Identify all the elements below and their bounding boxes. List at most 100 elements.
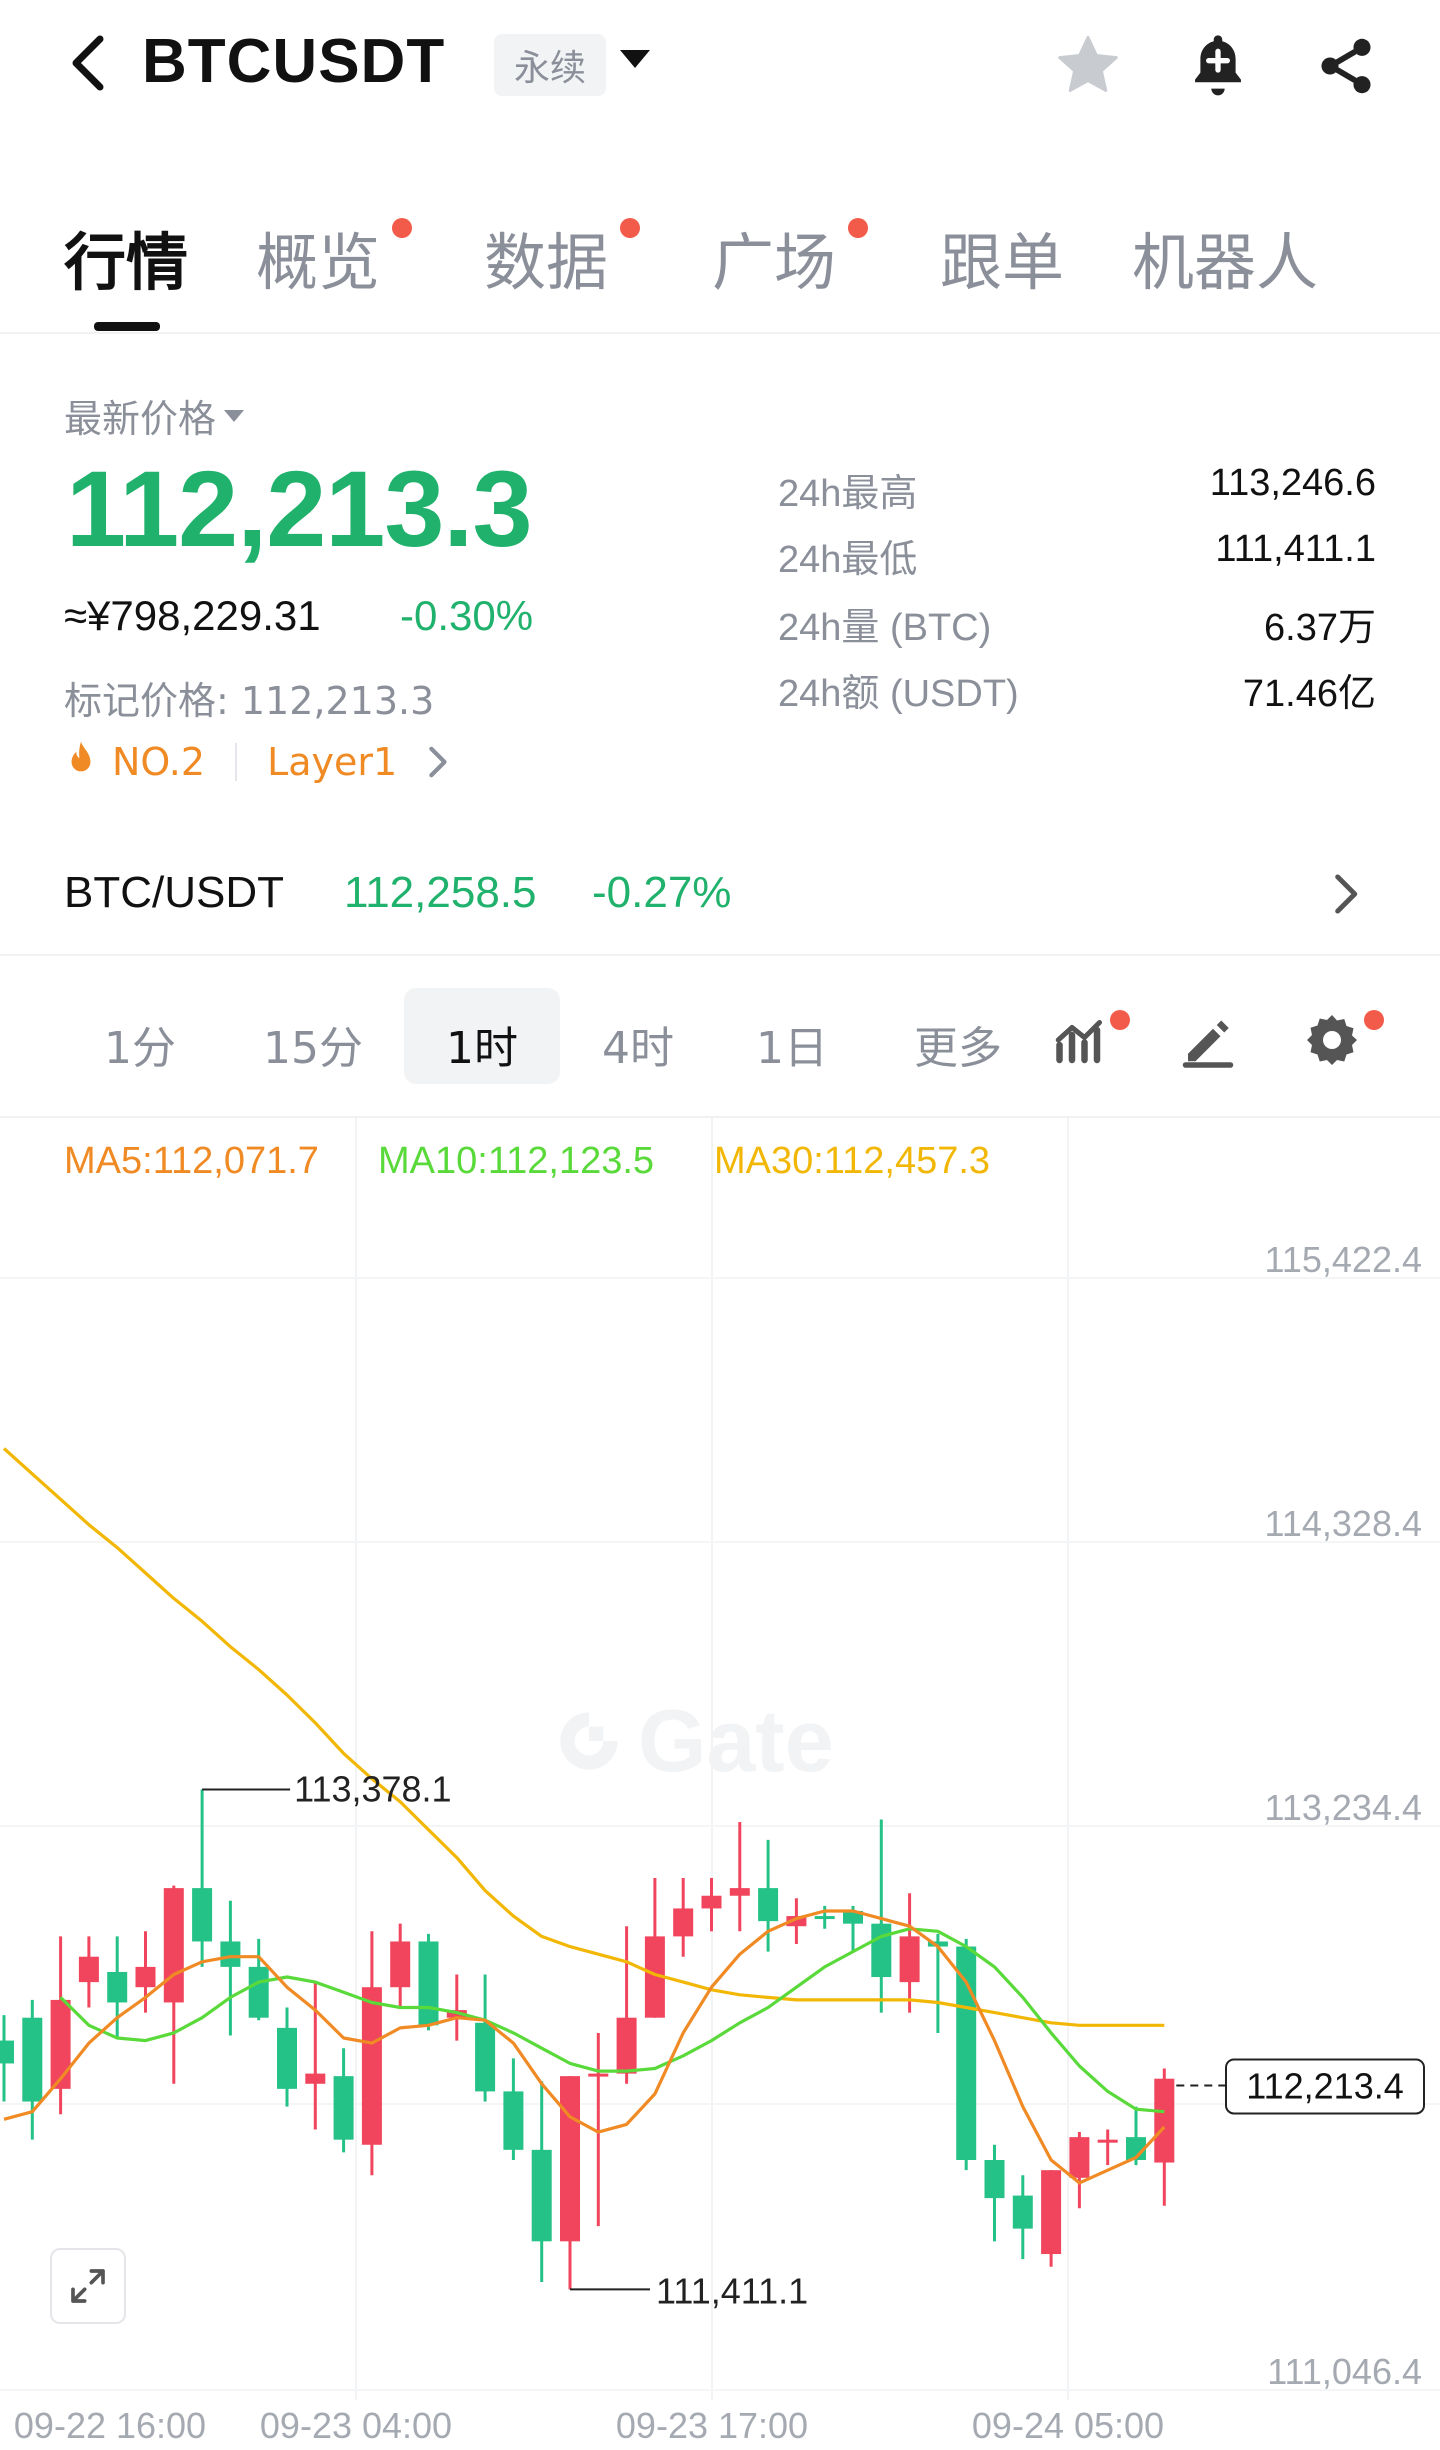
- candle-body: [899, 1936, 920, 1983]
- candle-body: [1154, 2078, 1175, 2163]
- x-axis-tick: 09-23 04:00: [260, 2405, 452, 2446]
- candle-body: [0, 2040, 14, 2064]
- stat-high-label: 24h最高: [778, 473, 918, 515]
- stat-turnover-value: 71.46亿: [1242, 673, 1376, 715]
- stat-volume-value: 6.37万: [1264, 607, 1376, 649]
- candle-body: [333, 2076, 354, 2140]
- spot-pair-name: BTC/USDT: [64, 868, 284, 917]
- mark-price: 标记价格: 112,213.3: [64, 679, 435, 723]
- last-price: 112,213.3: [66, 448, 533, 569]
- rank-row[interactable]: NO.2 Layer1: [62, 740, 449, 784]
- candle-body: [956, 1946, 977, 2161]
- interval-1m[interactable]: 1分: [80, 1012, 200, 1076]
- share-icon: [1321, 38, 1371, 94]
- gear-icon: [1307, 1015, 1357, 1065]
- interval-more[interactable]: 更多: [898, 1012, 1018, 1076]
- back-icon: [72, 35, 104, 91]
- y-axis-tick: 113,234.4: [1265, 1787, 1422, 1828]
- candle-body: [616, 2017, 637, 2074]
- candle-body: [418, 1941, 439, 2026]
- spot-divider: [0, 954, 1440, 956]
- candle-body: [1097, 2139, 1118, 2143]
- indicator-chart-icon: [1055, 1020, 1102, 1064]
- tab-overview-dot: [392, 218, 412, 238]
- rank-badge: NO.2: [112, 740, 206, 784]
- stat-turnover-label: 24h额 (USDT): [778, 673, 1019, 715]
- tab-market[interactable]: 行情: [64, 212, 188, 302]
- candle-body: [135, 1966, 156, 1988]
- stat-low-label: 24h最低: [778, 539, 918, 581]
- stat-volume-label: 24h量 (BTC): [778, 607, 992, 649]
- high-price-label: 113,378.1: [294, 1768, 451, 1809]
- current-price-label: 112,213.4: [1246, 2065, 1403, 2106]
- candle-body: [984, 2160, 1005, 2199]
- candle-body: [1041, 2170, 1062, 2255]
- fullscreen-button[interactable]: [50, 2248, 126, 2324]
- price-alert-button[interactable]: [1182, 30, 1254, 102]
- interval-15m[interactable]: 15分: [248, 1012, 378, 1076]
- candle-body: [390, 1941, 411, 1988]
- candlestick-chart[interactable]: 115,422.4 114,328.4 113,234.4 111,046.4 09-2…: [0, 1118, 1440, 2450]
- tab-data[interactable]: 数据: [484, 212, 608, 302]
- fire-icon: [71, 741, 91, 772]
- interval-4h[interactable]: 4时: [580, 1012, 696, 1076]
- settings-dot: [1364, 1010, 1384, 1030]
- candle-body: [305, 2073, 326, 2084]
- contract-type-tag[interactable]: 永续: [494, 34, 606, 96]
- tab-data-dot: [620, 218, 640, 238]
- tab-square[interactable]: 广场: [712, 212, 836, 302]
- cny-price: ≈¥798,229.31: [64, 592, 321, 639]
- candle-body: [475, 2022, 496, 2092]
- bell-plus-icon: [1195, 35, 1241, 96]
- tab-copy-trading[interactable]: 跟单: [940, 212, 1064, 302]
- tab-overview[interactable]: 概览: [256, 212, 380, 302]
- y-axis-tick: 114,328.4: [1265, 1503, 1422, 1544]
- share-button[interactable]: [1310, 30, 1382, 102]
- interval-1d[interactable]: 1日: [734, 1012, 850, 1076]
- stat-high-value: 113,246.6: [1209, 462, 1376, 504]
- indicators-button[interactable]: [1052, 1010, 1116, 1074]
- x-axis-tick: 09-24 05:00: [972, 2405, 1164, 2446]
- candle-body: [814, 1916, 835, 1920]
- star-icon: [1058, 35, 1118, 92]
- candle-body: [50, 1999, 71, 2089]
- candle-body: [531, 2149, 552, 2242]
- latest-price-selector[interactable]: 最新价格: [64, 388, 245, 443]
- x-axis-tick: 09-23 17:00: [616, 2405, 808, 2446]
- candle-body: [588, 2073, 609, 2077]
- rank-separator: [235, 743, 238, 781]
- expand-icon: [71, 2269, 105, 2303]
- spot-chevron-right-icon: [1330, 872, 1360, 920]
- back-button[interactable]: [58, 28, 118, 98]
- drawing-tool-button[interactable]: [1178, 1010, 1242, 1074]
- candle-body: [163, 1888, 184, 2003]
- latest-price-label: 最新价格: [64, 397, 217, 441]
- candle-body: [192, 1888, 213, 1942]
- candle-body: [78, 1956, 99, 1983]
- category-label: Layer1: [267, 740, 398, 784]
- favorite-button[interactable]: [1052, 30, 1124, 102]
- symbol-dropdown-icon[interactable]: [620, 50, 650, 68]
- low-price-label: 111,411.1: [656, 2270, 808, 2311]
- candle-body: [107, 1971, 128, 2003]
- candle-body: [560, 2076, 580, 2242]
- candle-body: [701, 1895, 722, 1909]
- symbol-title[interactable]: BTCUSDT: [142, 26, 445, 97]
- active-tab-indicator: [94, 322, 160, 331]
- tab-square-dot: [848, 218, 868, 238]
- caret-down-icon: [224, 409, 245, 422]
- tab-bots[interactable]: 机器人: [1132, 212, 1318, 302]
- candle-body: [503, 2091, 524, 2150]
- candle-body: [871, 1923, 892, 1978]
- chart-settings-button[interactable]: [1302, 1010, 1366, 1074]
- candle-body: [758, 1888, 779, 1922]
- y-axis-tick: 111,046.4: [1267, 2351, 1422, 2392]
- candle-body: [1012, 2195, 1033, 2229]
- stat-low-value: 111,411.1: [1215, 528, 1376, 570]
- candle-body: [729, 1888, 750, 1896]
- tabs-divider: [0, 332, 1440, 334]
- chevron-right-icon: [429, 746, 447, 778]
- candle-body: [220, 1941, 241, 1967]
- interval-1h[interactable]: 1时: [424, 1012, 540, 1076]
- x-axis-tick: 09-22 16:00: [14, 2405, 206, 2446]
